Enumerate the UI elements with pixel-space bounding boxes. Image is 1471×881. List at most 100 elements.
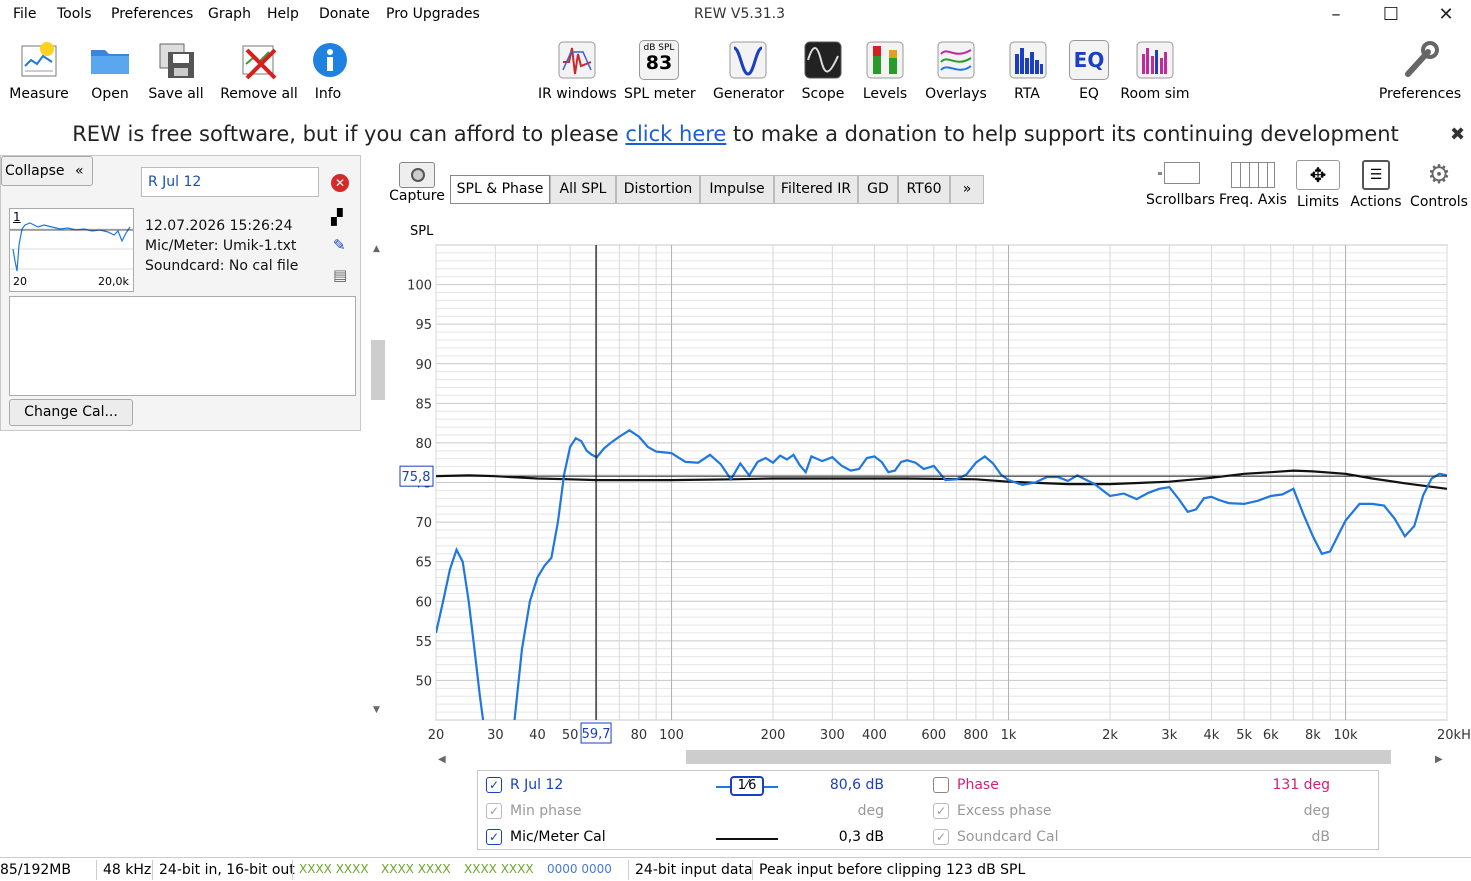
spl-graph[interactable]: 5055606570758085909510020304050801002003… — [390, 225, 1470, 765]
maximize-button[interactable]: ☐ — [1373, 2, 1409, 28]
graph-horizontal-scrollbar[interactable]: ◀ ▶ — [438, 750, 1443, 765]
legend-checkbox-excess-phase[interactable]: ✓ — [933, 803, 949, 819]
bit-depth: 24-bit in, 16-bit out — [159, 862, 295, 878]
actions-button[interactable]: ☰ Actions — [1348, 160, 1404, 210]
menu-preferences[interactable]: Preferences — [111, 6, 193, 22]
close-window-button[interactable]: ✕ — [1428, 2, 1464, 28]
spl-meter-value: 83 — [645, 52, 673, 74]
menu-help[interactable]: Help — [267, 6, 299, 22]
graph-legend: ✓ R Jul 12 1⁄6 80,6 dB Phase 131 deg ✓ M… — [477, 770, 1379, 850]
controls-button[interactable]: ⚙ Controls — [1408, 160, 1470, 210]
edit-pencil-icon[interactable]: ✎ — [333, 236, 346, 254]
collapse-button[interactable]: Collapse « — [1, 156, 93, 186]
x-tick-label: 4k — [1204, 728, 1220, 743]
scroll-up-icon[interactable]: ▲ — [373, 244, 380, 254]
generator-label: Generator — [713, 86, 785, 102]
overlays-button[interactable]: Overlays — [924, 38, 988, 102]
input-data-format: 24-bit input data — [635, 862, 753, 878]
scope-button[interactable]: Scope — [798, 38, 848, 102]
legend-checkbox-min-phase[interactable]: ✓ — [486, 803, 502, 819]
scroll-left-icon: ◀ — [438, 754, 446, 765]
rta-button[interactable]: RTA — [1006, 38, 1048, 102]
smoothing-badge[interactable]: 1⁄6 — [730, 776, 764, 796]
scroll-thumb[interactable] — [371, 340, 385, 400]
tab-impulse[interactable]: Impulse — [700, 175, 774, 204]
tab-rt60[interactable]: RT60 — [898, 175, 950, 204]
spl-meter-icon: dB SPL 83 — [637, 38, 681, 82]
limits-button[interactable]: ✥ Limits — [1292, 160, 1344, 210]
tab-spl-phase[interactable]: SPL & Phase — [450, 175, 550, 204]
legend-checkbox-soundcard-cal[interactable]: ✓ — [933, 829, 949, 845]
legend-name-excess-phase: Excess phase — [957, 803, 1052, 819]
legend-checkbox-mic-cal[interactable]: ✓ — [486, 829, 502, 845]
notes-icon[interactable]: ▤ — [333, 266, 347, 284]
menu-tools[interactable]: Tools — [57, 6, 92, 22]
x-tick-label: 30 — [487, 728, 504, 743]
menu-pro-upgrades[interactable]: Pro Upgrades — [386, 6, 480, 22]
x-tick-label: 100 — [659, 728, 684, 743]
scroll-thumb-horizontal — [686, 750, 1391, 764]
save-all-button[interactable]: Save all — [148, 38, 204, 102]
freq-axis-button[interactable]: Freq. Axis — [1218, 160, 1288, 208]
tab-more[interactable]: » — [950, 175, 984, 204]
preferences-button[interactable]: Preferences — [1378, 38, 1462, 102]
room-sim-button[interactable]: Room sim — [1118, 38, 1192, 102]
camera-icon — [399, 162, 435, 188]
spl-meter-button[interactable]: dB SPL 83 SPL meter — [624, 38, 696, 102]
capture-button[interactable]: Capture — [388, 162, 446, 204]
input-meter-2: XXXX XXXX — [381, 862, 451, 876]
eq-button[interactable]: EQ EQ — [1066, 38, 1112, 102]
x-tick-label: 3k — [1161, 728, 1177, 743]
gear-icon: ⚙ — [1427, 160, 1451, 190]
scroll-down-icon[interactable]: ▼ — [373, 705, 380, 715]
remove-measurement-icon[interactable]: ✕ — [331, 174, 349, 192]
y-tick-label: 50 — [415, 674, 432, 689]
tab-filtered-ir[interactable]: Filtered IR — [774, 175, 858, 204]
tab-distortion[interactable]: Distortion — [616, 175, 700, 204]
x-tick-label: 20kHz — [1437, 728, 1470, 743]
ir-windows-button[interactable]: IR windows — [538, 38, 617, 102]
menu-graph[interactable]: Graph — [208, 6, 251, 22]
scroll-right-icon: ▶ — [1435, 754, 1443, 765]
donate-link[interactable]: click here — [625, 122, 726, 146]
save-measurement-icon[interactable]: ▞ — [331, 208, 343, 226]
scrollbars-label: Scrollbars — [1146, 192, 1215, 208]
open-button[interactable]: Open — [86, 38, 134, 102]
notes-area[interactable] — [9, 296, 356, 396]
grid-lines — [435, 244, 1448, 721]
measurement-name-field[interactable]: R Jul 12 — [141, 167, 319, 197]
change-cal-button[interactable]: Change Cal... — [9, 399, 133, 426]
menu-donate[interactable]: Donate — [319, 6, 370, 22]
minimize-button[interactable]: – — [1318, 2, 1354, 28]
generator-icon — [726, 38, 770, 82]
tab-all-spl[interactable]: All SPL — [550, 175, 616, 204]
legend-value-excess-phase: deg — [1303, 803, 1330, 819]
legend-checkbox-r-jul-12[interactable]: ✓ — [486, 777, 502, 793]
soundcard-cal-info: Soundcard: No cal file — [145, 258, 299, 274]
left-panel-scrollbar[interactable]: ▲ ▼ — [370, 244, 386, 715]
x-tick-label: 2k — [1102, 728, 1118, 743]
info-button[interactable]: Info — [308, 38, 348, 102]
scrollbars-button[interactable]: Scrollbars — [1146, 160, 1215, 208]
levels-button[interactable]: Levels — [860, 38, 910, 102]
window-title: REW V5.31.3 — [694, 6, 785, 22]
menu-bar: File Tools Preferences Graph Help Donate… — [0, 0, 1471, 30]
menu-file[interactable]: File — [13, 6, 36, 22]
donation-banner: REW is free software, but if you can aff… — [0, 122, 1471, 152]
legend-name-r-jul-12: R Jul 12 — [510, 777, 564, 793]
tab-gd[interactable]: GD — [858, 175, 898, 204]
measure-label: Measure — [9, 86, 69, 102]
x-tick-label: 20 — [428, 728, 445, 743]
open-label: Open — [91, 86, 129, 102]
legend-value-min-phase: deg — [857, 803, 884, 819]
banner-text-after: to make a donation to help support its c… — [726, 122, 1399, 146]
x-tick-label: 10k — [1334, 728, 1359, 743]
remove-all-button[interactable]: Remove all — [220, 38, 298, 102]
close-banner-icon[interactable]: ✖ — [1450, 124, 1465, 145]
scope-label: Scope — [801, 86, 845, 102]
generator-button[interactable]: Generator — [713, 38, 785, 102]
legend-checkbox-phase[interactable] — [933, 777, 949, 793]
measure-button[interactable]: Measure — [8, 38, 70, 102]
room-sim-icon — [1133, 38, 1177, 82]
measurement-thumbnail[interactable]: 1 20 20,0k — [9, 208, 134, 292]
